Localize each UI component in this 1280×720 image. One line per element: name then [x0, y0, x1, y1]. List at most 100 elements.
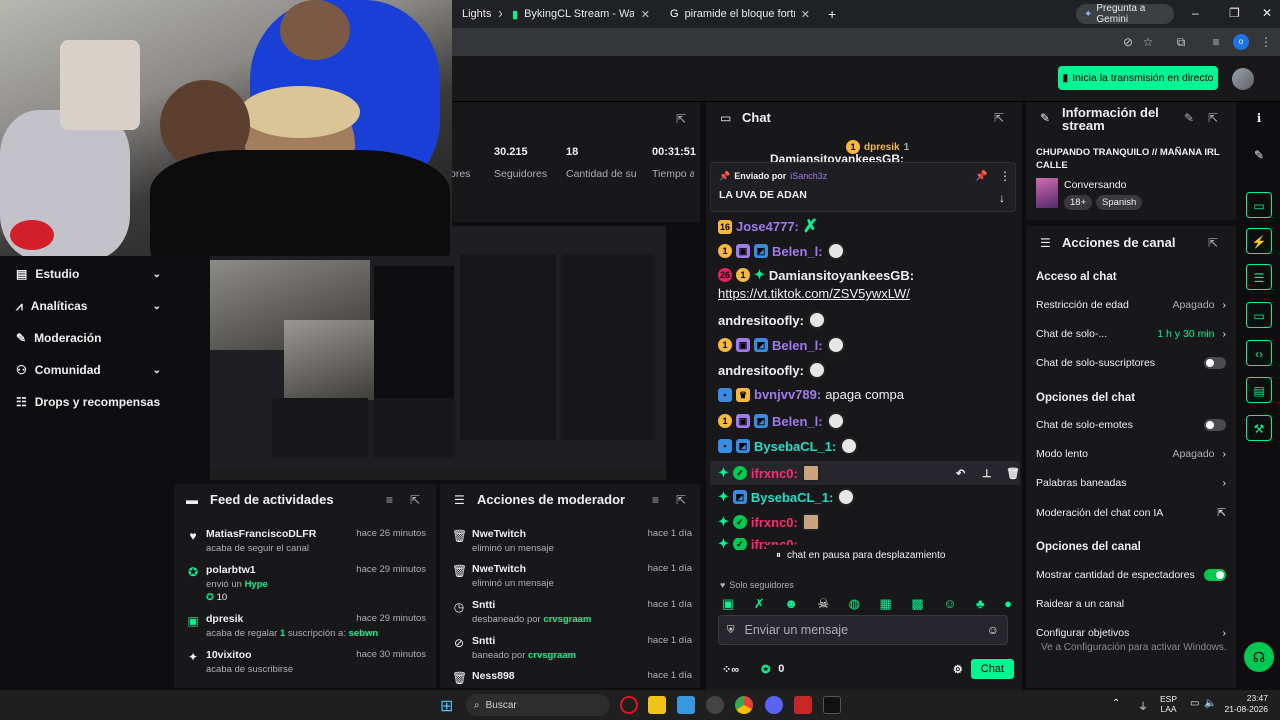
emote-icon[interactable]: ☠ [817, 596, 829, 612]
popout-icon[interactable]: ⇱ [410, 493, 420, 507]
code-icon[interactable]: ‹› [1246, 340, 1272, 366]
emote-icon[interactable]: ● [1004, 596, 1012, 612]
help-button[interactable]: ☊ [1244, 642, 1274, 672]
bolt-icon[interactable]: ⚡ [1246, 228, 1272, 254]
arrow-down-icon[interactable]: ↓ [999, 191, 1005, 205]
feed-item[interactable]: ✪ polarbtw1 hace 29 minutos envió un Hyp… [174, 564, 434, 604]
chat-message[interactable]: 1 ▣ ◩ Belen_l: [718, 412, 1018, 430]
category-thumbnail[interactable] [1036, 178, 1058, 208]
mod-action-item[interactable]: 🗑 Ness898 hace 1 día [440, 670, 700, 688]
chevron-up-icon[interactable]: ⌃ [1112, 698, 1120, 709]
emote-icon[interactable]: ☻ [784, 596, 798, 612]
steam-icon[interactable] [706, 696, 724, 714]
filter-icon[interactable]: ≡ [652, 493, 659, 507]
chat-message[interactable]: ✦ ◩ BysebaCL_1: [718, 488, 1018, 506]
new-tab-icon[interactable]: + [828, 6, 836, 22]
chat-message[interactable]: 1 ▣ ◩ Belen_l: [718, 336, 1018, 354]
chat-message[interactable]: ✦ ✓ ifrxnc0: [718, 513, 1018, 531]
tag[interactable]: Spanish [1096, 195, 1143, 210]
list-icon[interactable]: ☰ [1246, 264, 1272, 290]
nav-item-estudio[interactable]: ▤ Estudio ⌄ [16, 264, 161, 284]
app-icon[interactable] [677, 696, 695, 714]
chat-message[interactable]: 26 1 ✦ DamiansitoyankeesGB: [718, 267, 1018, 283]
pin-icon[interactable]: 📌 [975, 171, 987, 182]
epic-icon[interactable] [823, 696, 841, 714]
goals-option[interactable]: Configurar objetivos › [1036, 627, 1226, 639]
popout-icon[interactable]: ⇱ [1208, 111, 1218, 125]
lang-indicator[interactable]: ESP LAA [1160, 694, 1177, 714]
nav-item-drops[interactable]: ☷ Drops y recompensas [16, 392, 161, 412]
ai-moderation-option[interactable]: Moderación del chat con IA ⇱ [1036, 507, 1226, 519]
popout-icon[interactable]: ⇱ [1208, 236, 1218, 250]
tag[interactable]: 18+ [1064, 195, 1093, 210]
chat-message-hovered[interactable]: ✦ ✓ ifrxnc0: ↶ ⊥ 🗑 [710, 461, 1020, 485]
popout-icon[interactable]: ⇱ [994, 111, 1004, 125]
network-icon[interactable]: ▭ [1190, 698, 1199, 709]
feed-item[interactable]: ✦ 10vixitoo hace 30 minutos acaba de sus… [174, 649, 434, 685]
chat-message[interactable]: ▪ ♛ bvnjvv789: apaga compa [718, 387, 1018, 402]
emote-icon[interactable]: ▩ [911, 596, 923, 612]
chat-message[interactable]: andresitoofly: [718, 361, 1018, 379]
chat-message[interactable]: andresitoofly: [718, 311, 1018, 329]
opera-icon[interactable] [620, 696, 638, 714]
chat-message[interactable]: 1 ▣ ◩ Belen_l: [718, 242, 1018, 260]
feed-item[interactable]: ▣ dpresik hace 29 minutos acaba de regal… [174, 613, 434, 649]
more-icon[interactable]: ⋮ [999, 169, 1011, 183]
show-viewers-option[interactable]: Mostrar cantidad de espectadores [1036, 569, 1226, 581]
profile-icon[interactable]: o [1233, 34, 1249, 50]
eye-off-icon[interactable]: ⊘ [1120, 34, 1136, 50]
chat-link[interactable]: https://vt.tiktok.com/ZSV5ywxLW/ [718, 286, 1018, 301]
close-window-icon[interactable]: ✕ [1262, 6, 1272, 20]
nav-item-moderacion[interactable]: ✎ Moderación [16, 328, 161, 348]
panel-icon[interactable]: ▤ [1246, 377, 1272, 403]
clock[interactable]: 23:47 21-08-2026 [1222, 693, 1268, 715]
volume-icon[interactable]: 🔈 [1204, 698, 1216, 709]
emote-icon[interactable]: ☺ [943, 596, 956, 612]
close-icon[interactable]: ✕ [641, 8, 650, 21]
emote-icon[interactable]: ◍ [849, 596, 860, 612]
emote-only-toggle[interactable] [1204, 419, 1226, 431]
taskbar-search[interactable]: ⌕ Buscar [466, 694, 610, 716]
stream-preview[interactable] [172, 222, 698, 480]
emote-icon[interactable]: ▦ [880, 596, 892, 612]
category-name[interactable]: Conversando [1064, 179, 1126, 191]
avatar[interactable] [1232, 68, 1254, 90]
chat-icon[interactable]: ▭ [1246, 302, 1272, 328]
pinned-message[interactable]: 📌 ⋮ 📌 Enviado por iSanch3z LA UVA DE ADA… [710, 162, 1016, 212]
discord-icon[interactable] [765, 696, 783, 714]
media-icon[interactable]: ≡ [1208, 34, 1224, 50]
maximize-icon[interactable]: ❐ [1229, 6, 1240, 20]
infinity-icon[interactable]: ⁘∞ [722, 663, 739, 676]
chat-send-button[interactable]: Chat [970, 659, 1014, 679]
mod-action-item[interactable]: ◷ Sntti hace 1 día desbaneado por crvsgr… [440, 599, 700, 635]
emote-only-option[interactable]: Chat de solo-emotes [1036, 419, 1226, 431]
slow-mode-option[interactable]: Modo lento Apagado › [1036, 448, 1226, 460]
feed-item[interactable]: ♥ MatiasFranciscoDLFR hace 26 minutos ac… [174, 528, 434, 564]
emote-icon[interactable]: ✗ [754, 596, 765, 612]
menu-icon[interactable]: ⋮ [1258, 34, 1274, 50]
pin-icon[interactable]: ⊥ [982, 467, 992, 480]
filter-icon[interactable]: ≡ [386, 493, 393, 507]
start-icon[interactable]: ⊞ [440, 696, 453, 716]
go-live-button[interactable]: ▮ Inicia la transmisión en directo [1058, 66, 1218, 90]
emote-icon[interactable]: ♣ [976, 596, 985, 612]
app-icon[interactable] [794, 696, 812, 714]
chat-message[interactable]: 16 Jose4777: ✗ [718, 216, 1018, 237]
gear-icon[interactable]: ⚙ [953, 663, 963, 676]
emote-icon[interactable]: ▣ [722, 596, 734, 612]
followers-only-option[interactable]: Chat de solo-... 1 h y 30 min › [1036, 328, 1226, 340]
popout-icon[interactable]: ⇱ [676, 112, 686, 126]
folder-icon[interactable] [648, 696, 666, 714]
mod-action-item[interactable]: 🗑 NweTwitch hace 1 día eliminó un mensaj… [440, 528, 700, 564]
minimize-icon[interactable]: – [1192, 6, 1199, 20]
popout-icon[interactable]: ⇱ [676, 493, 686, 507]
reply-icon[interactable]: ↶ [956, 467, 965, 480]
browser-tab[interactable]: G piramide el bloque fortnite - G ✕ [660, 0, 820, 28]
subs-only-option[interactable]: Chat de solo-suscriptores [1036, 357, 1226, 369]
extensions-icon[interactable]: ⧉ [1173, 34, 1189, 50]
gemini-button[interactable]: ✦ Pregunta a Gemini [1076, 3, 1174, 25]
shield-icon[interactable]: ⛨ [727, 625, 735, 636]
chat-text[interactable]: https://vt.tiktok.com/ZSV5ywxLW/ [718, 286, 910, 301]
age-restriction-option[interactable]: Restricción de edad Apagado › [1036, 299, 1226, 311]
mod-action-item[interactable]: ⊘ Sntti hace 1 día baneado por crvsgraam [440, 635, 700, 671]
